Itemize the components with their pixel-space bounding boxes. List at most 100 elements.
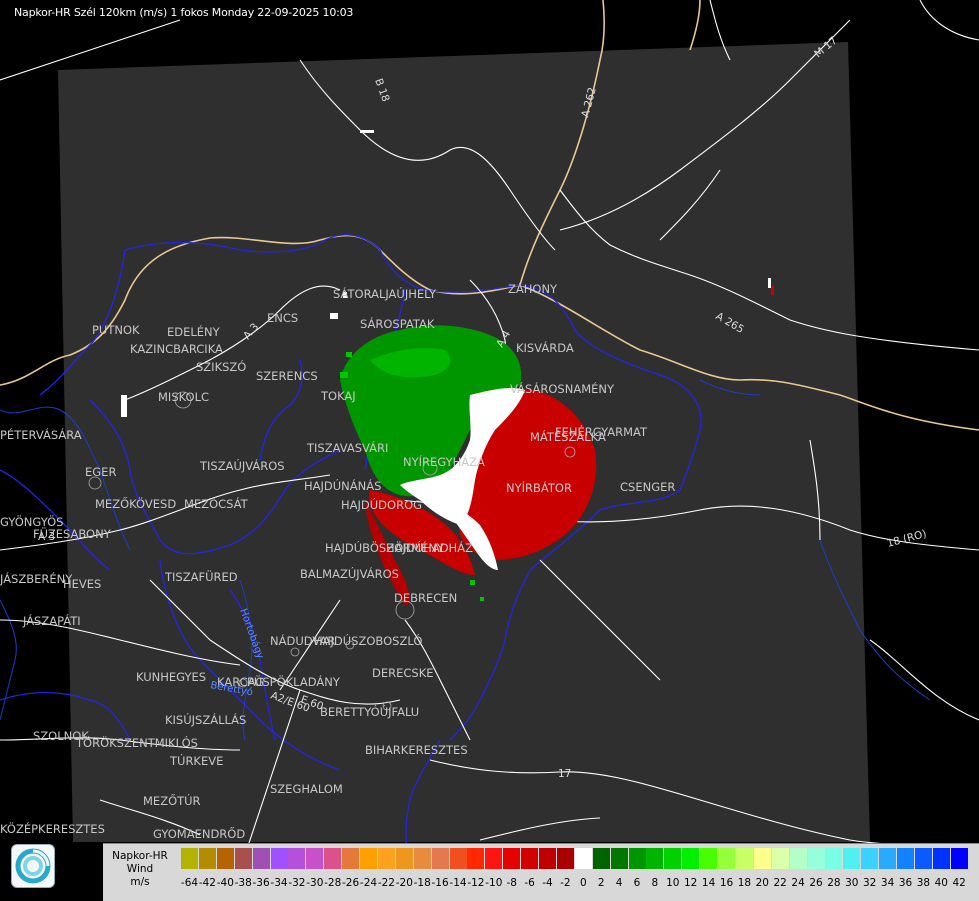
legend-tick-label: 12 [684, 877, 698, 889]
town-label-kazincbarcika: KAZINCBARCIKA [130, 342, 223, 356]
radar-product-header: Napkor-HR Szél 120km (m/s) 1 fokos Monda… [14, 6, 354, 19]
legend-tick-label: 22 [773, 877, 787, 889]
town-label-szerencs: SZERENCS [256, 369, 318, 383]
legend-swatch [324, 848, 342, 869]
legend-tick-label: -24 [359, 877, 378, 889]
legend-swatch [825, 848, 843, 869]
town-label-kisujszallas: KISÚJSZÁLLÁS [165, 712, 246, 727]
echo-pixel [360, 130, 374, 133]
legend-swatch [932, 848, 950, 869]
town-label-satoraljaujhely: SÁTORALJAÚJHELY [333, 286, 437, 301]
town-label-vasarosnameny: VÁSÁROSNAMÉNY [510, 381, 615, 396]
legend-swatch [574, 848, 592, 869]
road-label: 17 [558, 768, 571, 780]
legend-tick-label: -30 [306, 877, 324, 889]
town-label-kunhegyes: KUNHEGYES [136, 670, 206, 684]
legend-swatch [646, 848, 664, 869]
legend-swatch [610, 848, 628, 869]
town-label-jaszbereny: JÁSZBERÉNY [0, 571, 73, 586]
echo-pixel [330, 313, 338, 319]
town-label-kozepkeresztes: KÖZÉPKERESZTES [0, 820, 105, 836]
town-label-tokaj: TOKAJ [320, 389, 356, 403]
legend-title-quantity: Wind [126, 863, 154, 875]
legend-swatch [861, 848, 879, 869]
legend-tick-label: -38 [234, 877, 252, 889]
legend-swatch [181, 848, 198, 869]
town-label-gyomaendrod: GYOMAENDRŐD [153, 826, 245, 841]
legend-tick-label: 6 [633, 877, 641, 889]
echo-pixel [768, 278, 771, 288]
legend-swatch [395, 848, 413, 869]
legend-swatch [342, 848, 360, 869]
road-label: A 3 [38, 531, 55, 543]
legend-tick-label: -4 [542, 877, 553, 889]
legend-tick-label: 10 [666, 877, 680, 889]
legend-tick-label: 20 [755, 877, 769, 889]
legend-swatch [664, 848, 682, 869]
legend-tick-label: 34 [880, 877, 895, 889]
legend-tick-label: -10 [485, 877, 503, 889]
legend-swatch [718, 848, 735, 869]
legend-tick-label: -22 [377, 877, 395, 889]
legend-swatch [950, 848, 968, 869]
legend-swatch [198, 848, 216, 869]
legend-tick-label: -40 [216, 877, 234, 889]
legend-title-unit: m/s [130, 876, 150, 888]
town-label-hajduhadhaz: HAJDÚHADHÁZ [386, 540, 473, 555]
legend-swatch [503, 848, 521, 869]
legend-tick-label: 40 [934, 877, 948, 889]
town-label-tiszafured: TISZAFÜRED [164, 568, 238, 584]
legend-tick-label: 2 [597, 877, 605, 889]
legend-tick-label: -14 [449, 877, 467, 889]
town-label-petervasara: PÉTERVÁSÁRA [0, 427, 82, 442]
swirl-logo-icon [15, 848, 51, 884]
legend-swatch [449, 848, 467, 869]
legend-swatch [556, 848, 574, 869]
town-label-puspokladany: PÜSPÖKLADÁNY [247, 673, 341, 689]
town-label-szikszo: SZIKSZÓ [196, 359, 246, 374]
echo-pixel [470, 580, 475, 585]
legend-swatch [735, 848, 753, 869]
town-label-berettyoujfalu: BERETTYÓÚJFALU [320, 704, 419, 719]
legend-tick-label: -64 [180, 877, 199, 889]
legend-swatch [288, 848, 306, 869]
echo-pixel [340, 372, 348, 378]
town-label-balmazujvaros: BALMAZÚJVÁROS [300, 566, 399, 581]
legend-tick-label: 26 [809, 877, 823, 889]
town-label-mezocsat: MEZŐCSÁT [184, 496, 249, 511]
legend-swatch [431, 848, 449, 869]
legend-swatch [539, 848, 556, 869]
legend-tick-label: -32 [288, 877, 306, 889]
legend-swatch [771, 848, 789, 869]
legend-title-product: Napkor-HR [112, 850, 168, 862]
legend-tick-label: 38 [916, 877, 931, 889]
town-label-mezotur: MEZŐTÚR [143, 793, 201, 808]
legend-tick-label: 42 [952, 877, 966, 889]
echo-pixel [121, 395, 127, 417]
legend-tick-label: -2 [560, 877, 571, 889]
legend-tick-label: -28 [324, 877, 342, 889]
legend-tick-label: -18 [413, 877, 431, 889]
legend-swatch [807, 848, 825, 869]
town-label-hajdunanas: HAJDÚNÁNÁS [304, 478, 381, 493]
town-label-encs: ENCS [267, 311, 298, 325]
legend-swatch [682, 848, 700, 869]
town-label-miskolc: MISKOLC [158, 390, 209, 404]
town-label-eger: EGER [85, 465, 116, 479]
legend-swatch [843, 848, 861, 869]
legend-tick-label: -12 [467, 877, 485, 889]
legend-tick-label: 32 [863, 877, 877, 889]
legend-tick-label: 28 [827, 877, 841, 889]
legend-swatch [413, 848, 431, 869]
town-label-edeleny: EDELÉNY [167, 324, 221, 339]
legend-tick-label: 0 [579, 877, 587, 889]
town-label-derecske: DERECSKE [372, 666, 434, 680]
town-label-sarospatak: SÁROSPATAK [360, 316, 435, 331]
legend-tick-label: -20 [395, 877, 413, 889]
legend-swatch [879, 848, 897, 869]
legend-tick-label: 36 [898, 877, 913, 889]
velocity-legend: Napkor-HR Wind m/s -64 -42 -40 -38 -36 -34 -32… [103, 843, 979, 901]
legend-tick-label: -16 [431, 877, 449, 889]
napkor-logo [11, 844, 55, 888]
town-label-putnok: PUTNOK [92, 323, 140, 337]
